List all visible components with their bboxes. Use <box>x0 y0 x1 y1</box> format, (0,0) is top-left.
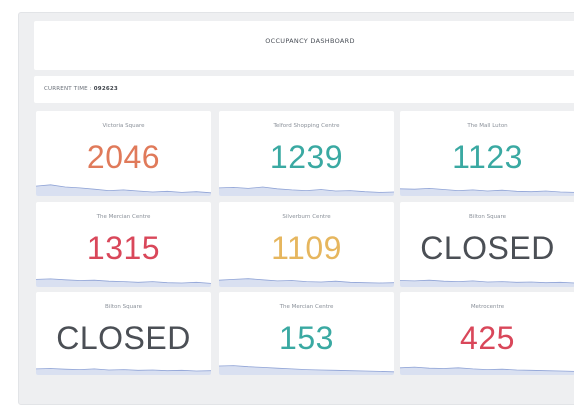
venue-name: The Mall Luton <box>467 123 508 129</box>
venue-name: Victoria Square <box>102 123 145 129</box>
occupancy-sparkline <box>400 279 574 287</box>
occupancy-sparkline <box>219 186 394 196</box>
occupancy-card[interactable]: Victoria Square 2046 <box>36 111 211 196</box>
occupancy-sparkline <box>400 366 574 375</box>
venue-name: Metrocentre <box>470 304 505 310</box>
occupancy-sparkline <box>36 184 211 196</box>
occupancy-sparkline <box>219 278 394 287</box>
venue-name: Bilton Square <box>469 214 506 220</box>
current-time-label: CURRENT TIME : <box>44 86 94 92</box>
occupancy-card[interactable]: Telford Shopping Centre 1239 <box>219 111 394 196</box>
occupancy-count: 1123 <box>452 139 523 175</box>
venue-name: The Mercian Centre <box>96 214 151 220</box>
occupancy-count: 1109 <box>271 230 342 266</box>
occupancy-count: 1239 <box>269 139 344 175</box>
current-time-bar: CURRENT TIME : 092623 <box>34 76 574 103</box>
sparkline-area <box>219 365 394 375</box>
occupancy-sparkline <box>219 365 394 375</box>
occupancy-card[interactable]: The Mercian Centre 153 <box>219 292 394 375</box>
occupancy-card[interactable]: Bilton Square CLOSED <box>36 292 211 375</box>
occupancy-count: CLOSED <box>420 230 555 266</box>
occupancy-card[interactable]: Silverburn Centre 1109 <box>219 202 394 287</box>
occupancy-count: 2046 <box>86 139 161 175</box>
occupancy-count: CLOSED <box>56 320 191 356</box>
venue-name: Bilton Square <box>105 304 142 310</box>
occupancy-card[interactable]: Bilton Square CLOSED <box>400 202 574 287</box>
dashboard-title: OCCUPANCY DASHBOARD <box>265 37 355 45</box>
venue-name: Silverburn Centre <box>282 214 331 220</box>
occupancy-sparkline <box>36 368 211 375</box>
sparkline-area <box>400 188 574 196</box>
occupancy-count: 425 <box>460 320 515 356</box>
dashboard-header: OCCUPANCY DASHBOARD <box>34 21 574 70</box>
venue-name: The Mercian Centre <box>279 304 334 310</box>
occupancy-count: 1315 <box>86 230 161 266</box>
venue-name: Telford Shopping Centre <box>273 123 340 129</box>
current-time-value: 092623 <box>93 86 118 92</box>
occupancy-card[interactable]: The Mall Luton 1123 <box>400 111 574 196</box>
occupancy-card[interactable]: The Mercian Centre 1315 <box>36 202 211 287</box>
occupancy-sparkline <box>400 187 574 196</box>
occupancy-sparkline <box>36 278 211 287</box>
sparkline-area <box>400 280 574 287</box>
occupancy-count: 153 <box>279 320 334 356</box>
occupancy-card[interactable]: Metrocentre 425 <box>400 292 574 375</box>
